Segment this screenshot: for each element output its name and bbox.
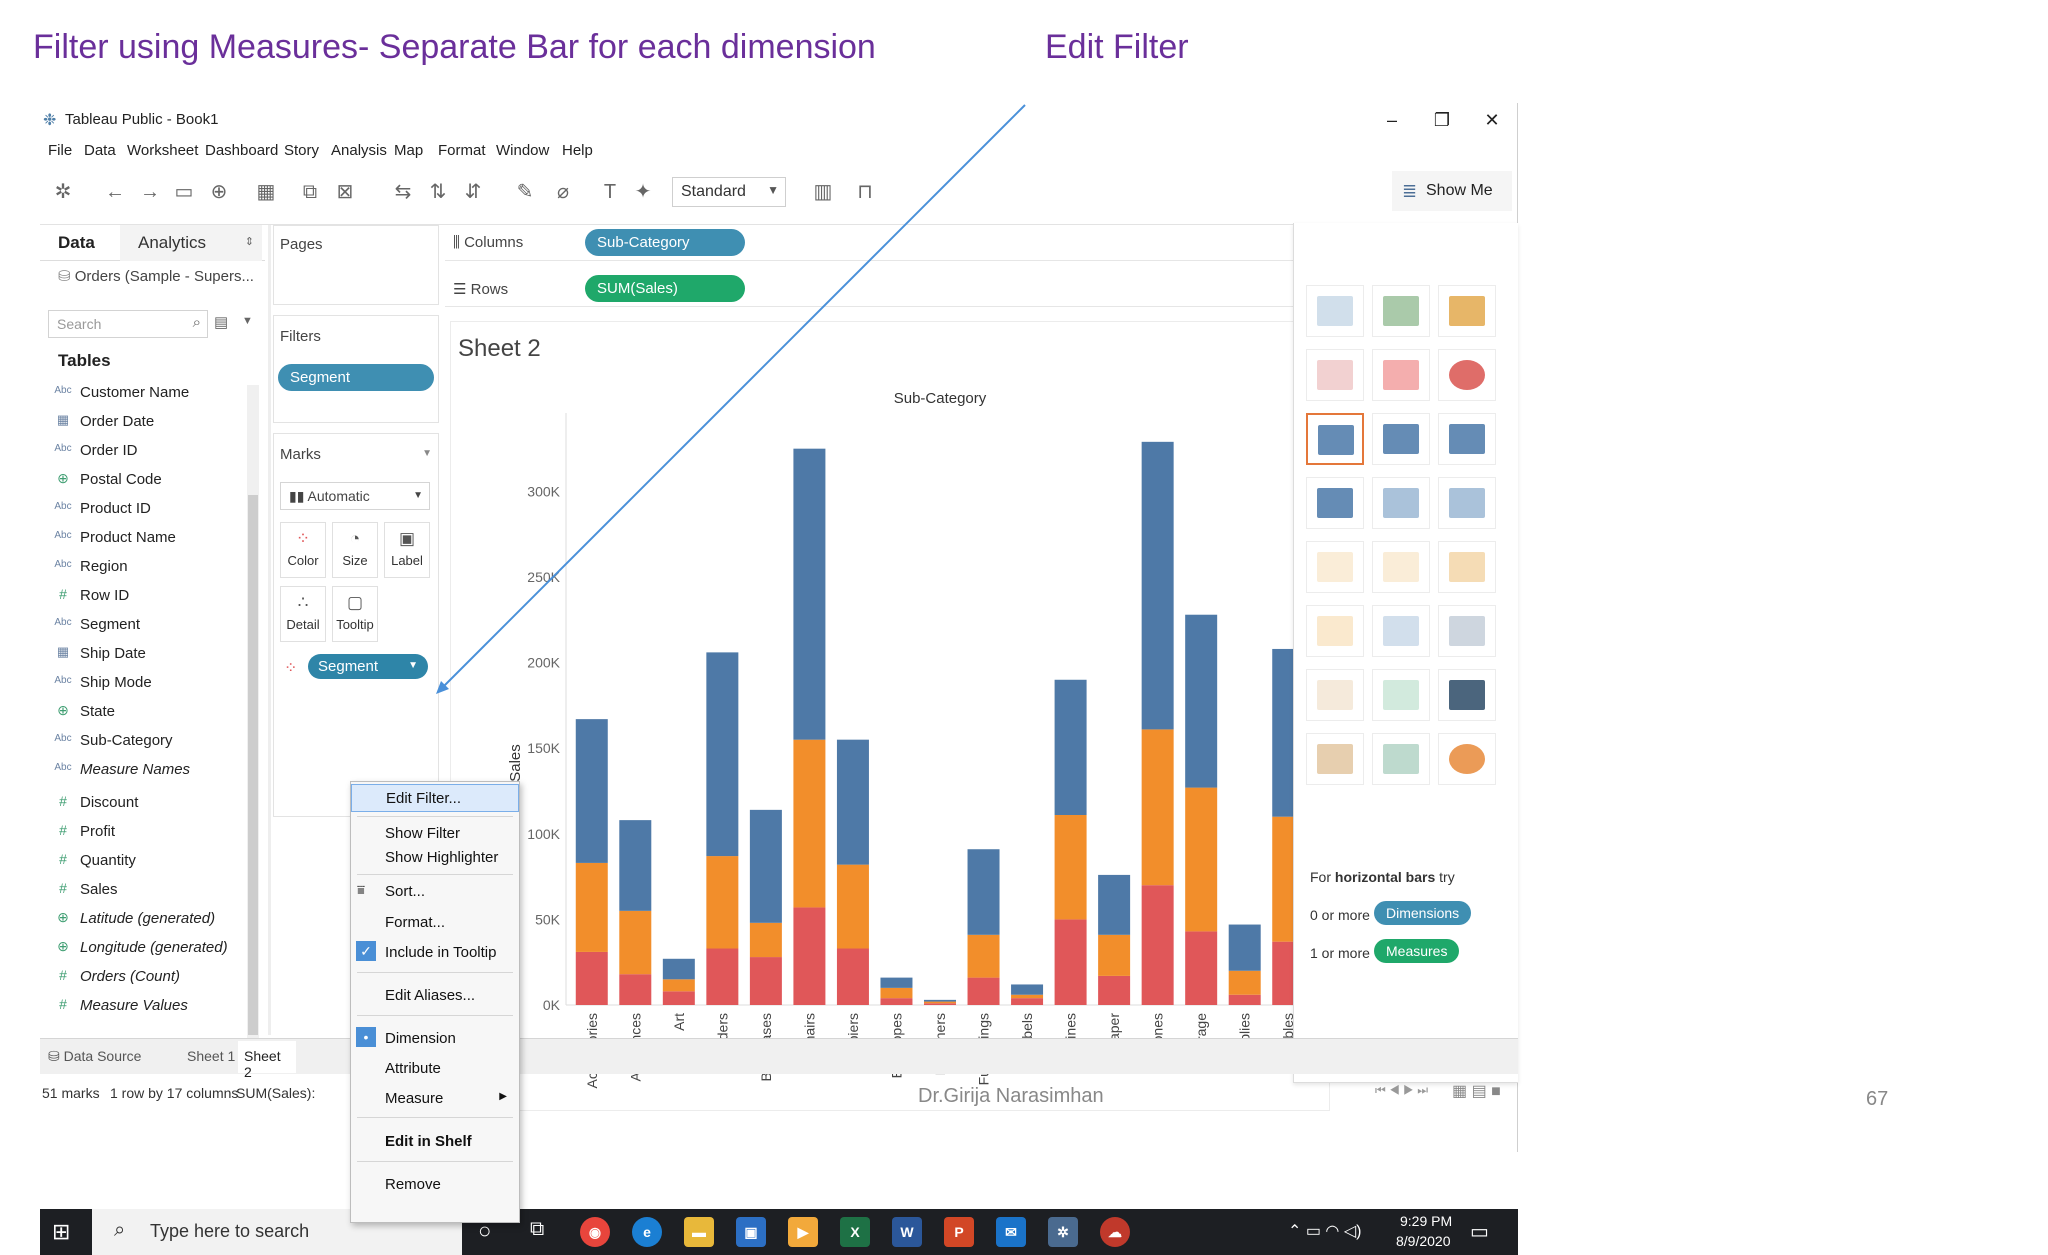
- file-explorer-icon[interactable]: ▬: [684, 1217, 714, 1247]
- word-icon[interactable]: W: [892, 1217, 922, 1247]
- task-view-icon[interactable]: ⧉: [530, 1218, 544, 1241]
- notification-icon[interactable]: ▭: [1470, 1219, 1489, 1244]
- windows-start-icon[interactable]: ⊞: [52, 1219, 70, 1245]
- search-icon: ⌕: [114, 1219, 126, 1241]
- media-icon[interactable]: ▶: [788, 1217, 818, 1247]
- tableau-taskbar-icon[interactable]: ✲: [1048, 1217, 1078, 1247]
- menu-remove[interactable]: Remove: [351, 1171, 519, 1199]
- app-icon[interactable]: ☁: [1100, 1217, 1130, 1247]
- slide-page-number: 67: [1866, 1088, 1889, 1110]
- clock-date: 8/9/2020: [1396, 1233, 1451, 1249]
- menu-separator: [357, 1161, 513, 1162]
- edge-icon[interactable]: e: [632, 1217, 662, 1247]
- powerpoint-icon[interactable]: P: [944, 1217, 974, 1247]
- slide-author: Dr.Girija Narasimhan: [918, 1085, 1104, 1107]
- menu-remove-label: Remove: [385, 1176, 441, 1193]
- system-tray-icons[interactable]: ⌃ ▭ ◠ ◁): [1288, 1221, 1361, 1241]
- mail-icon[interactable]: ✉: [996, 1217, 1026, 1247]
- chrome-icon[interactable]: ◉: [580, 1217, 610, 1247]
- excel-icon[interactable]: X: [840, 1217, 870, 1247]
- taskbar-search-placeholder: Type here to search: [150, 1221, 310, 1241]
- windows-taskbar: ⊞ ⌕ Type here to search ○ ⧉ ◉ e ▬ ▣ ▶ X …: [40, 1209, 1518, 1255]
- clock-time: 9:29 PM: [1400, 1213, 1453, 1229]
- annotation-arrow: [436, 104, 1026, 694]
- store-icon[interactable]: ▣: [736, 1217, 766, 1247]
